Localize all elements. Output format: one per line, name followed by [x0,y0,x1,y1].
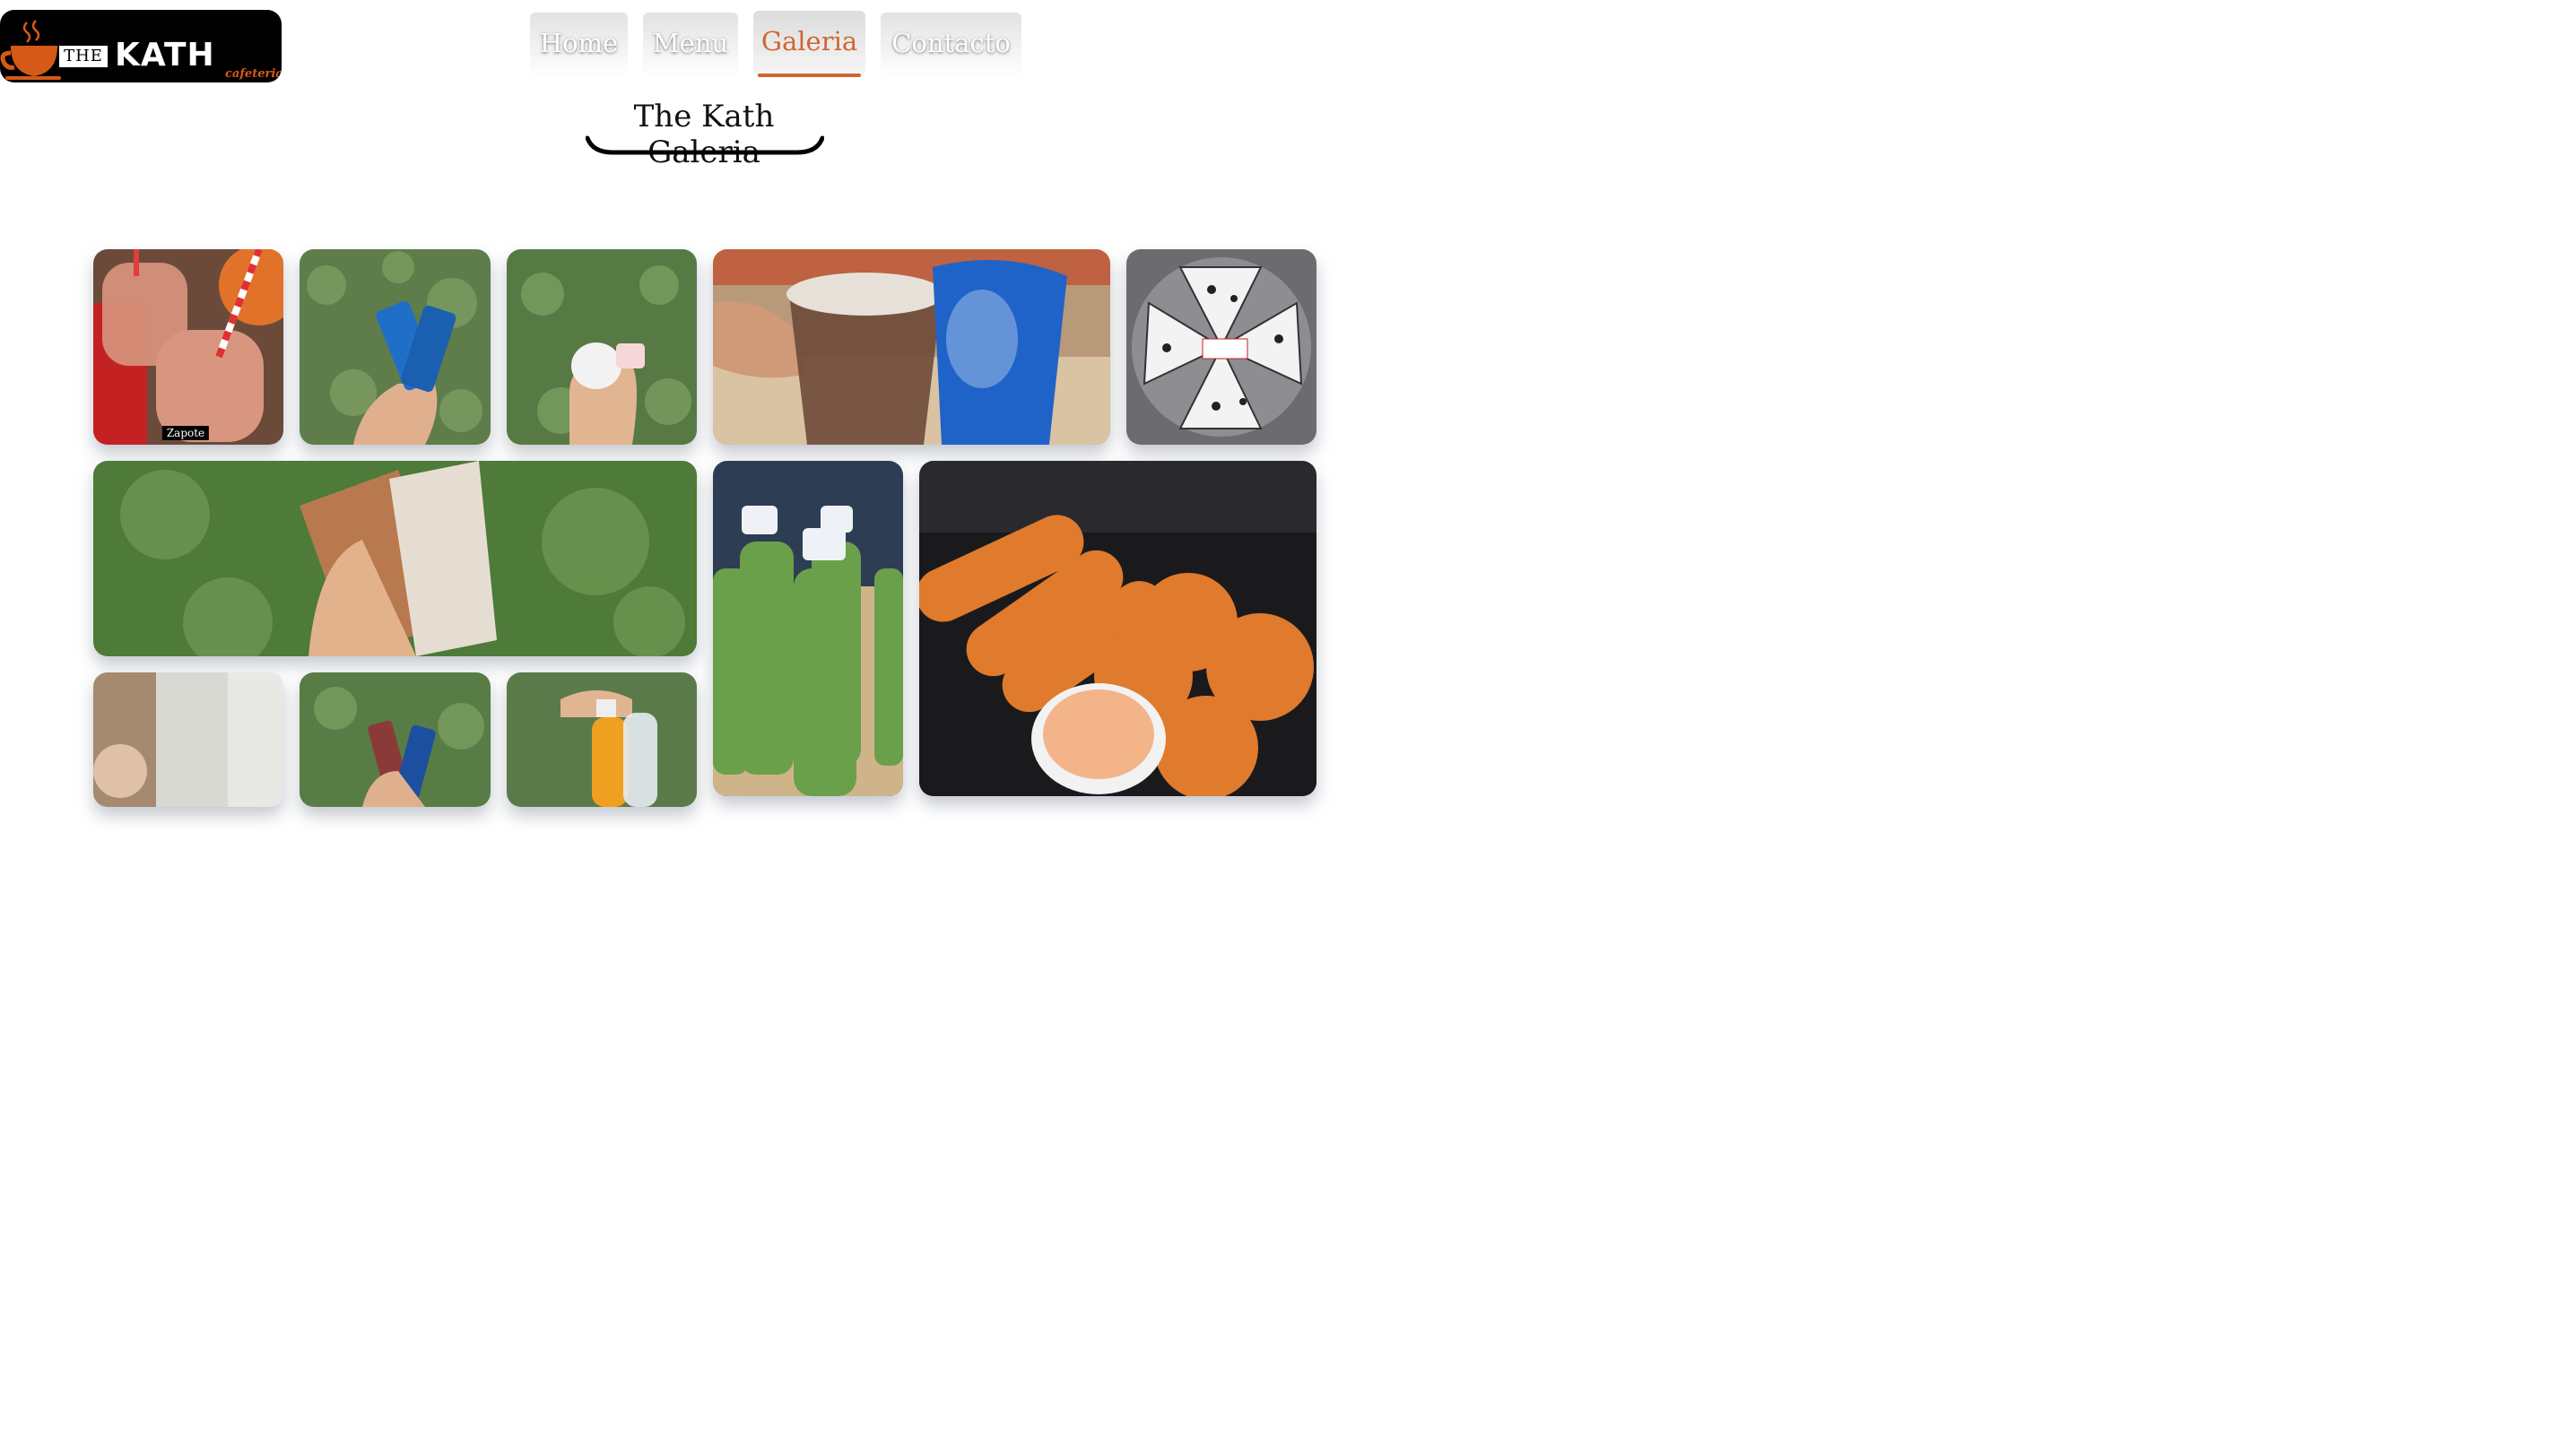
nav-contacto[interactable]: Contacto [881,13,1021,77]
main-nav: Home Menu Galeria Contacto [0,11,1406,82]
cakes-photo [93,461,697,656]
smoothie-photo [93,249,283,445]
nav-galeria[interactable]: Galeria [753,11,865,77]
gallery-image-2[interactable] [300,249,491,445]
gallery-image-5[interactable] [1126,249,1316,445]
chocolate-cup-photo [713,249,1110,445]
nav-galeria-label: Galeria [760,26,858,56]
gallery-image-4[interactable] [713,249,1110,445]
gallery-image-6[interactable] [93,461,697,656]
snack-bars-photo [300,249,491,445]
nav-menu[interactable]: Menu [643,13,738,77]
cookies-cream-pie-photo [1126,249,1316,445]
green-juice-bottles-photo [713,461,903,796]
title-underline [586,135,824,155]
gallery-image-3[interactable] [507,249,697,445]
nav-home[interactable]: Home [530,13,628,77]
wafer-snacks-photo [300,672,491,807]
gallery-image-zapote[interactable]: Zapote [93,249,283,445]
fried-snacks-photo [919,461,1316,796]
gallery-image-7[interactable] [713,461,903,796]
gallery-image-11[interactable] [507,672,697,807]
storefront-photo [93,672,283,807]
juice-bottles-photo [507,672,697,807]
gallery-image-8[interactable] [919,461,1316,796]
gallery-image-10[interactable] [300,672,491,807]
active-tab-underline [758,74,861,77]
gallery-image-9[interactable] [93,672,283,807]
cup-dessert-photo [507,249,697,445]
image-caption: Zapote [161,426,210,440]
